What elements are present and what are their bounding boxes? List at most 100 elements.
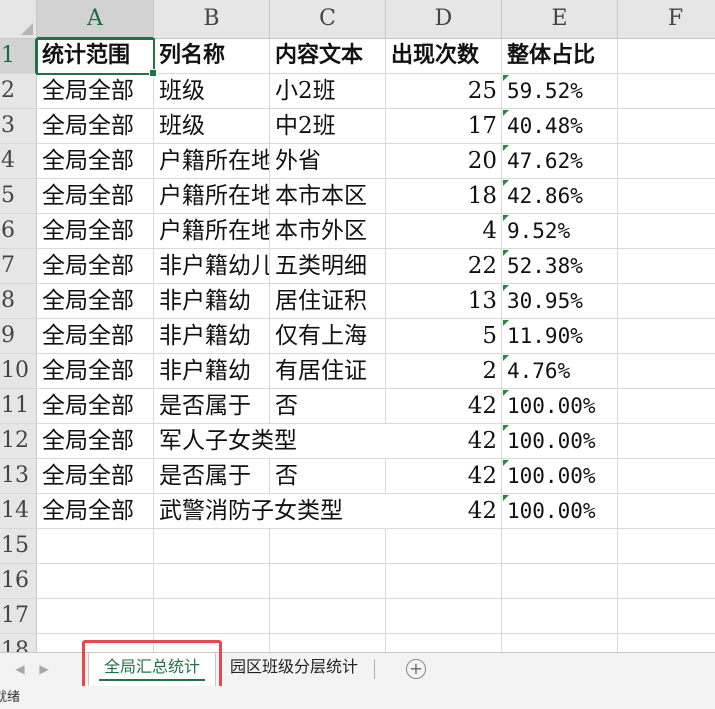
select-all-corner[interactable]: [0, 0, 37, 39]
column-header-b[interactable]: B: [154, 0, 270, 39]
cell-b2[interactable]: 班级: [154, 74, 270, 109]
cell-f7[interactable]: [618, 249, 715, 284]
row-header-6[interactable]: 6: [0, 214, 37, 249]
cell-d5[interactable]: 18: [386, 179, 502, 214]
row-header-1[interactable]: 1: [0, 39, 37, 74]
cell-e2[interactable]: 59.52%: [502, 74, 618, 109]
cell-c16[interactable]: [270, 564, 386, 599]
cell-e1[interactable]: 整体占比: [502, 39, 618, 74]
cell-a8[interactable]: 全局全部: [37, 284, 154, 319]
cell-e4[interactable]: 47.62%: [502, 144, 618, 179]
cell-f6[interactable]: [618, 214, 715, 249]
cell-e15[interactable]: [502, 529, 618, 564]
row-header-5[interactable]: 5: [0, 179, 37, 214]
cell-e3[interactable]: 40.48%: [502, 109, 618, 144]
cell-b18[interactable]: [154, 634, 270, 652]
cell-b14[interactable]: 武警消防子女类型: [154, 494, 386, 529]
cell-b11[interactable]: 是否属于: [154, 389, 270, 424]
cell-c5[interactable]: 本市本区: [270, 179, 386, 214]
cell-c17[interactable]: [270, 599, 386, 634]
cell-f8[interactable]: [618, 284, 715, 319]
cell-e16[interactable]: [502, 564, 618, 599]
cell-e5[interactable]: 42.86%: [502, 179, 618, 214]
sheet-tab-global-summary[interactable]: 全局汇总统计: [88, 653, 216, 686]
cell-d2[interactable]: 25: [386, 74, 502, 109]
cell-a17[interactable]: [37, 599, 154, 634]
cell-a12[interactable]: 全局全部: [37, 424, 154, 459]
cell-a9[interactable]: 全局全部: [37, 319, 154, 354]
cell-b1[interactable]: 列名称: [154, 39, 270, 74]
cell-b9[interactable]: 非户籍幼: [154, 319, 270, 354]
cell-d4[interactable]: 20: [386, 144, 502, 179]
cell-a16[interactable]: [37, 564, 154, 599]
scroll-tabs-left-icon[interactable]: ◀: [12, 660, 28, 678]
cell-f12[interactable]: [618, 424, 715, 459]
cell-c10[interactable]: 有居住证: [270, 354, 386, 389]
cell-d8[interactable]: 13: [386, 284, 502, 319]
row-header-11[interactable]: 11: [0, 389, 37, 424]
cell-c18[interactable]: [270, 634, 386, 652]
cell-e9[interactable]: 11.90%: [502, 319, 618, 354]
cell-a13[interactable]: 全局全部: [37, 459, 154, 494]
cell-d10[interactable]: 2: [386, 354, 502, 389]
cell-c6[interactable]: 本市外区: [270, 214, 386, 249]
sheet-tab-campus-class[interactable]: 园区班级分层统计: [218, 653, 370, 686]
cell-c3[interactable]: 中2班: [270, 109, 386, 144]
cell-d18[interactable]: [386, 634, 502, 652]
row-header-18[interactable]: 18: [0, 634, 37, 652]
cell-b16[interactable]: [154, 564, 270, 599]
row-header-13[interactable]: 13: [0, 459, 37, 494]
cell-d12[interactable]: 42: [386, 424, 502, 459]
cell-f4[interactable]: [618, 144, 715, 179]
row-header-16[interactable]: 16: [0, 564, 37, 599]
cell-f16[interactable]: [618, 564, 715, 599]
column-header-e[interactable]: E: [502, 0, 618, 39]
cell-a4[interactable]: 全局全部: [37, 144, 154, 179]
cell-f15[interactable]: [618, 529, 715, 564]
cell-b8[interactable]: 非户籍幼: [154, 284, 270, 319]
cell-d15[interactable]: [386, 529, 502, 564]
column-header-d[interactable]: D: [386, 0, 502, 39]
cell-e18[interactable]: [502, 634, 618, 652]
cell-b10[interactable]: 非户籍幼: [154, 354, 270, 389]
cell-b12[interactable]: 军人子女类型: [154, 424, 386, 459]
cell-c4[interactable]: 外省: [270, 144, 386, 179]
cell-d6[interactable]: 4: [386, 214, 502, 249]
cell-e13[interactable]: 100.00%: [502, 459, 618, 494]
row-header-12[interactable]: 12: [0, 424, 37, 459]
cell-f17[interactable]: [618, 599, 715, 634]
cell-a18[interactable]: [37, 634, 154, 652]
cell-b4[interactable]: 户籍所在地: [154, 144, 270, 179]
cell-d9[interactable]: 5: [386, 319, 502, 354]
row-header-9[interactable]: 9: [0, 319, 37, 354]
row-header-4[interactable]: 4: [0, 144, 37, 179]
cell-a6[interactable]: 全局全部: [37, 214, 154, 249]
row-header-2[interactable]: 2: [0, 74, 37, 109]
column-header-f[interactable]: F: [618, 0, 715, 39]
row-header-17[interactable]: 17: [0, 599, 37, 634]
cell-a14[interactable]: 全局全部: [37, 494, 154, 529]
cell-d14[interactable]: 42: [386, 494, 502, 529]
cell-a10[interactable]: 全局全部: [37, 354, 154, 389]
cell-e14[interactable]: 100.00%: [502, 494, 618, 529]
cell-c9[interactable]: 仅有上海: [270, 319, 386, 354]
row-header-15[interactable]: 15: [0, 529, 37, 564]
cell-f10[interactable]: [618, 354, 715, 389]
cell-b17[interactable]: [154, 599, 270, 634]
cell-c15[interactable]: [270, 529, 386, 564]
row-header-3[interactable]: 3: [0, 109, 37, 144]
column-header-c[interactable]: C: [270, 0, 386, 39]
add-sheet-button[interactable]: +: [406, 659, 426, 679]
cell-b7[interactable]: 非户籍幼儿: [154, 249, 270, 284]
cell-f14[interactable]: [618, 494, 715, 529]
cell-f5[interactable]: [618, 179, 715, 214]
cell-f9[interactable]: [618, 319, 715, 354]
cell-d13[interactable]: 42: [386, 459, 502, 494]
cell-a7[interactable]: 全局全部: [37, 249, 154, 284]
cell-d1[interactable]: 出现次数: [386, 39, 502, 74]
cell-f13[interactable]: [618, 459, 715, 494]
cell-a5[interactable]: 全局全部: [37, 179, 154, 214]
cell-a11[interactable]: 全局全部: [37, 389, 154, 424]
cell-e12[interactable]: 100.00%: [502, 424, 618, 459]
cell-e6[interactable]: 9.52%: [502, 214, 618, 249]
